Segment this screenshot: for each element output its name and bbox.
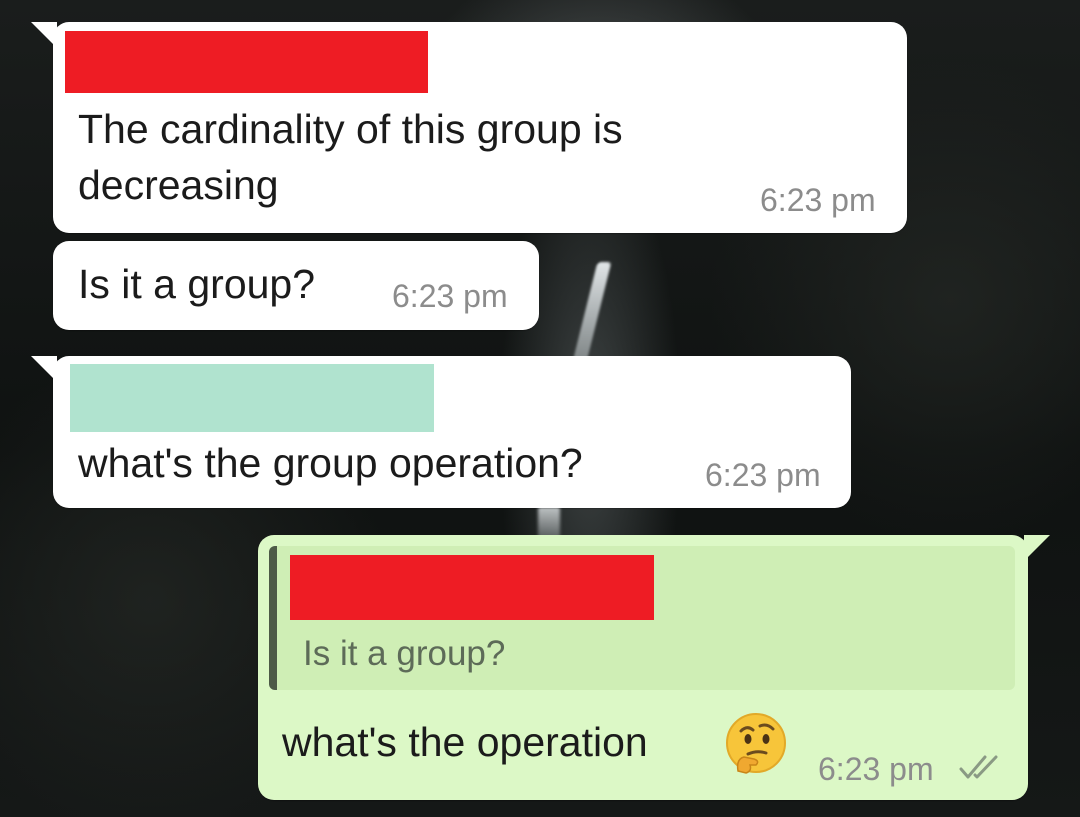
sender-name-redaction <box>70 364 434 432</box>
message-bubble-incoming[interactable]: The cardinality of this group is decreas… <box>31 22 907 233</box>
waterfall-decoration <box>572 262 612 362</box>
quoted-message[interactable]: Is it a group? <box>269 546 1015 690</box>
message-bubble-incoming[interactable]: Is it a group? 6:23 pm <box>53 241 539 330</box>
quoted-message-text: Is it a group? <box>303 634 506 673</box>
message-text-line: The cardinality of this group is <box>78 106 623 152</box>
message-bubble-incoming[interactable]: what's the group operation? 6:23 pm <box>31 356 851 508</box>
read-double-check-icon <box>959 755 998 779</box>
thinking-face-emoji <box>726 713 786 774</box>
message-timestamp: 6:23 pm <box>760 182 876 218</box>
message-text: what's the group operation? <box>78 440 583 486</box>
message-text: Is it a group? <box>78 261 316 307</box>
quoted-sender-redaction <box>290 555 654 620</box>
sender-name-redaction <box>65 31 428 93</box>
message-bubble-outgoing[interactable]: Is it a group? what's the operation 6:23… <box>258 535 1050 800</box>
message-text: what's the operation <box>282 719 648 765</box>
message-timestamp: 6:23 pm <box>705 457 821 493</box>
message-text-line: decreasing <box>78 162 279 208</box>
message-timestamp: 6:23 pm <box>392 278 508 314</box>
message-timestamp: 6:23 pm <box>818 751 934 787</box>
